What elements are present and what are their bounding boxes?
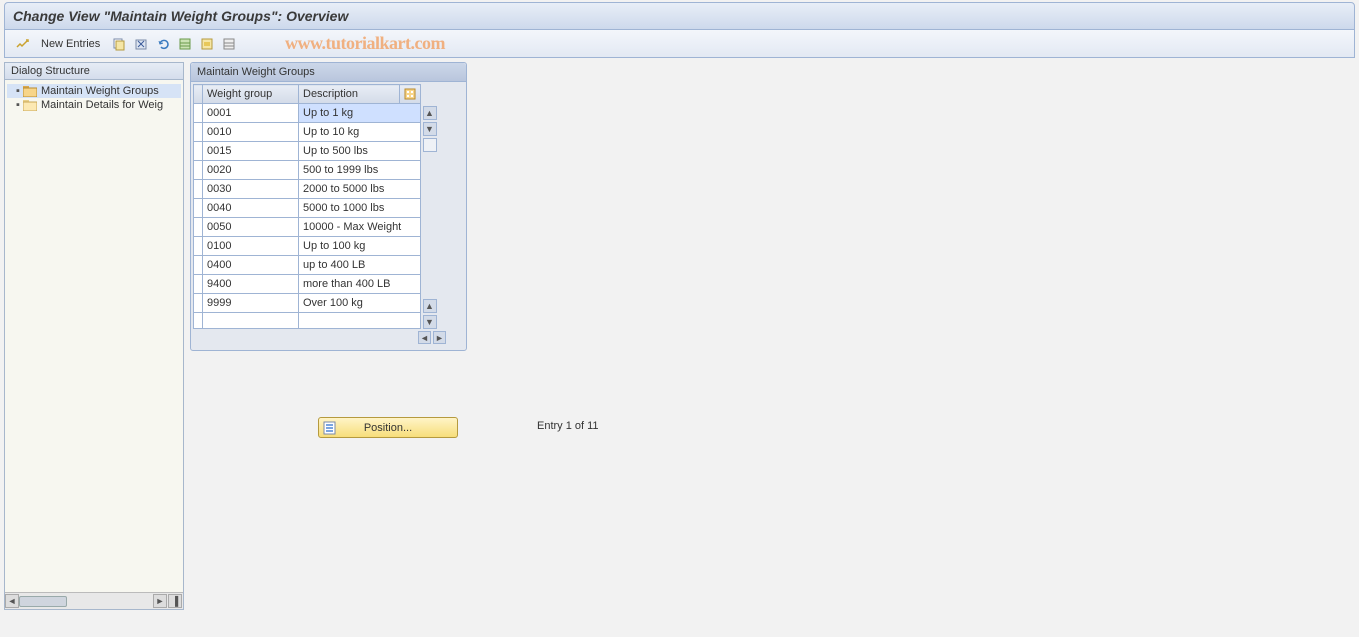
table-row[interactable] xyxy=(194,313,421,329)
scroll-right-icon[interactable]: ► xyxy=(153,594,167,608)
cell-weight-group[interactable]: 9999 xyxy=(203,294,299,313)
folder-closed-icon xyxy=(23,100,37,111)
scroll-down-icon[interactable]: ▼ xyxy=(423,315,437,329)
weight-groups-grid-panel: Maintain Weight Groups Weight group Desc… xyxy=(190,62,467,351)
row-selector[interactable] xyxy=(194,180,203,199)
cell-weight-group[interactable]: 0100 xyxy=(203,237,299,256)
row-selector[interactable] xyxy=(194,199,203,218)
scroll-up-page-icon[interactable]: ▲ xyxy=(423,299,437,313)
row-selector[interactable] xyxy=(194,161,203,180)
undo-icon[interactable] xyxy=(154,35,172,53)
row-selector[interactable] xyxy=(194,294,203,313)
row-selector[interactable] xyxy=(194,237,203,256)
dialog-structure-panel: Dialog Structure ▪ Maintain Weight Group… xyxy=(4,62,184,610)
page-title: Change View "Maintain Weight Groups": Ov… xyxy=(13,8,348,24)
deselect-all-icon[interactable] xyxy=(220,35,238,53)
toolbar: New Entries www.tutorialkart.com xyxy=(4,30,1355,58)
cell-description[interactable]: more than 400 LB xyxy=(299,275,421,294)
scroll-end-icon[interactable]: ▐ xyxy=(168,594,182,608)
cell-weight-group[interactable]: 0015 xyxy=(203,142,299,161)
cell-description[interactable]: up to 400 LB xyxy=(299,256,421,275)
scroll-thumb[interactable] xyxy=(19,596,67,607)
dialog-structure-tree: ▪ Maintain Weight Groups ▪ Maintain Deta… xyxy=(5,80,183,116)
tree-label: Maintain Weight Groups xyxy=(41,85,159,97)
cell-description[interactable] xyxy=(299,313,421,329)
watermark-text: www.tutorialkart.com xyxy=(285,33,445,54)
select-all-icon[interactable] xyxy=(176,35,194,53)
select-block-icon[interactable] xyxy=(198,35,216,53)
position-button[interactable]: Position... xyxy=(318,417,458,438)
tree-label: Maintain Details for Weig xyxy=(41,99,163,111)
row-selector[interactable] xyxy=(194,275,203,294)
scroll-down-small-icon[interactable]: ▼ xyxy=(423,122,437,136)
scroll-left-icon[interactable]: ◄ xyxy=(418,331,431,344)
row-selector[interactable] xyxy=(194,218,203,237)
new-entries-button[interactable]: New Entries xyxy=(35,35,106,53)
cell-description[interactable]: Up to 500 lbs xyxy=(299,142,421,161)
cell-weight-group[interactable]: 0400 xyxy=(203,256,299,275)
table-row[interactable]: 0400up to 400 LB xyxy=(194,256,421,275)
row-selector[interactable] xyxy=(194,142,203,161)
table-row[interactable]: 0001Up to 1 kg xyxy=(194,104,421,123)
scroll-left-icon[interactable]: ◄ xyxy=(5,594,19,608)
scroll-right-icon[interactable]: ► xyxy=(433,331,446,344)
grid-horizontal-scroll: ◄ ► xyxy=(191,329,466,344)
table-row[interactable]: 0020500 to 1999 lbs xyxy=(194,161,421,180)
position-button-label: Position... xyxy=(364,422,412,434)
tree-node-maintain-details[interactable]: ▪ Maintain Details for Weig xyxy=(7,98,181,112)
col-header-description[interactable]: Description xyxy=(299,85,400,104)
tree-bullet-icon: ▪ xyxy=(15,99,21,111)
table-row[interactable]: 0015Up to 500 lbs xyxy=(194,142,421,161)
cell-weight-group[interactable]: 0010 xyxy=(203,123,299,142)
row-selector[interactable] xyxy=(194,313,203,329)
copy-icon[interactable] xyxy=(110,35,128,53)
cell-description[interactable]: 5000 to 1000 lbs xyxy=(299,199,421,218)
table-row[interactable]: 005010000 - Max Weight xyxy=(194,218,421,237)
cell-description[interactable]: Up to 10 kg xyxy=(299,123,421,142)
cell-description[interactable]: 500 to 1999 lbs xyxy=(299,161,421,180)
table-row[interactable]: 9400more than 400 LB xyxy=(194,275,421,294)
row-selector[interactable] xyxy=(194,256,203,275)
cell-weight-group[interactable]: 9400 xyxy=(203,275,299,294)
scroll-track[interactable] xyxy=(423,138,437,152)
folder-open-icon xyxy=(23,86,37,97)
table-row[interactable]: 00405000 to 1000 lbs xyxy=(194,199,421,218)
cell-weight-group[interactable]: 0050 xyxy=(203,218,299,237)
weight-groups-table: Weight group Description 0001Up to 1 kg0… xyxy=(193,84,421,329)
cell-description[interactable]: Up to 1 kg xyxy=(299,104,421,123)
entry-status-text: Entry 1 of 11 xyxy=(537,420,599,432)
cell-description[interactable]: Over 100 kg xyxy=(299,294,421,313)
position-icon xyxy=(323,420,339,436)
dialog-structure-heading: Dialog Structure xyxy=(5,63,183,80)
title-bar: Change View "Maintain Weight Groups": Ov… xyxy=(4,2,1355,30)
grid-vertical-scrollbar[interactable]: ▲ ▼ ▲ ▼ xyxy=(421,106,438,329)
delete-icon[interactable] xyxy=(132,35,150,53)
cell-weight-group[interactable]: 0020 xyxy=(203,161,299,180)
cell-description[interactable]: 2000 to 5000 lbs xyxy=(299,180,421,199)
cell-weight-group[interactable] xyxy=(203,313,299,329)
table-row[interactable]: 0010Up to 10 kg xyxy=(194,123,421,142)
table-header-row: Weight group Description xyxy=(194,85,421,104)
table-row[interactable]: 9999Over 100 kg xyxy=(194,294,421,313)
table-row[interactable]: 00302000 to 5000 lbs xyxy=(194,180,421,199)
row-selector[interactable] xyxy=(194,104,203,123)
sidebar-horizontal-scrollbar[interactable]: ◄ ► ▐ xyxy=(5,592,183,609)
col-header-weight-group[interactable]: Weight group xyxy=(203,85,299,104)
tree-node-maintain-weight-groups[interactable]: ▪ Maintain Weight Groups xyxy=(7,84,181,98)
cell-weight-group[interactable]: 0001 xyxy=(203,104,299,123)
cell-description[interactable]: 10000 - Max Weight xyxy=(299,218,421,237)
toggle-display-icon[interactable] xyxy=(13,35,31,53)
table-config-icon[interactable] xyxy=(400,85,421,104)
content-area: Maintain Weight Groups Weight group Desc… xyxy=(190,62,1355,610)
row-selector[interactable] xyxy=(194,123,203,142)
table-row[interactable]: 0100Up to 100 kg xyxy=(194,237,421,256)
tree-bullet-icon: ▪ xyxy=(15,85,21,97)
grid-title: Maintain Weight Groups xyxy=(191,63,466,82)
cell-weight-group[interactable]: 0040 xyxy=(203,199,299,218)
scroll-up-icon[interactable]: ▲ xyxy=(423,106,437,120)
cell-description[interactable]: Up to 100 kg xyxy=(299,237,421,256)
header-select-all[interactable] xyxy=(194,85,203,104)
cell-weight-group[interactable]: 0030 xyxy=(203,180,299,199)
